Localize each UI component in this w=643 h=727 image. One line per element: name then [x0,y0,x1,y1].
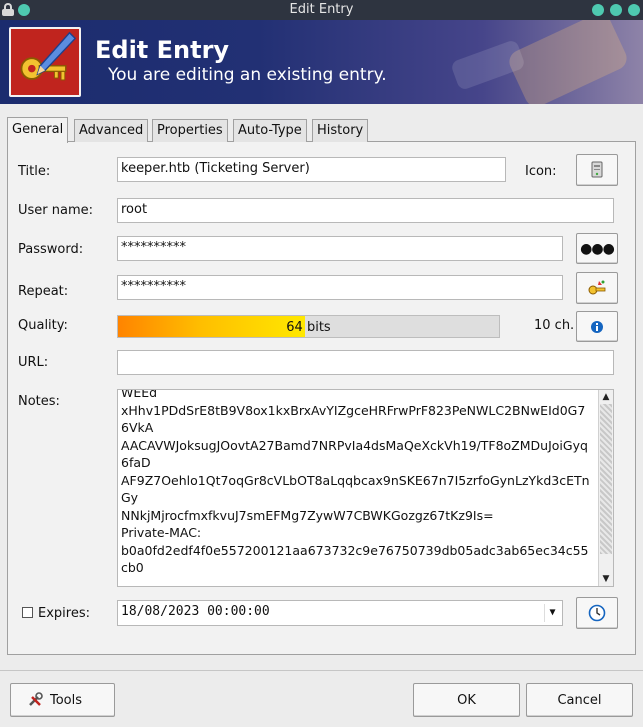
tab-general[interactable]: General [7,117,69,143]
icon-picker-button[interactable] [576,154,618,186]
close-button[interactable] [628,4,640,16]
password-field[interactable]: ********** [117,236,563,261]
expiry-presets-button[interactable] [576,597,618,629]
tab-advanced[interactable]: Advanced [74,119,149,142]
title-label: Title: [18,164,51,179]
key-generator-icon [588,280,606,295]
dots-icon: ●●● [580,240,615,257]
tab-properties[interactable]: Properties [152,119,228,142]
char-count: 10 ch. [534,318,575,333]
footer-separator [0,670,643,671]
window-title: Edit Entry [289,2,354,17]
tab-history[interactable]: History [312,119,369,142]
quality-bar: 64 bits [117,315,500,338]
password-label: Password: [18,242,84,257]
quality-text: 64 bits [286,320,331,335]
url-field[interactable] [117,350,614,375]
header-subtitle: You are editing an existing entry. [108,65,387,85]
window-titlebar: Edit Entry [0,0,643,20]
tab-auto-type[interactable]: Auto-Type [233,119,307,142]
tools-button-label: Tools [50,692,83,708]
expires-date-value: 18/08/2023 00:00:00 [121,604,270,619]
quality-info-button[interactable] [576,311,618,342]
ok-button[interactable]: OK [413,683,520,717]
clock-icon [588,604,606,622]
edit-entry-icon [9,27,81,97]
show-password-button[interactable]: ●●● [576,233,618,264]
password-generator-button[interactable] [576,272,618,304]
header-title: Edit Entry [95,36,230,64]
expires-date-field[interactable]: 18/08/2023 00:00:00 ▼ [117,600,563,626]
maximize-button[interactable] [610,4,622,16]
notes-scrollbar[interactable]: ▲ ▼ [598,390,613,586]
title-field[interactable]: keeper.htb (Ticketing Server) [117,157,506,182]
tools-icon [29,692,43,706]
quality-label: Quality: [18,318,68,333]
info-icon [591,320,603,333]
notes-label: Notes: [18,394,60,409]
server-icon [591,161,603,178]
expires-checkbox[interactable] [22,607,33,618]
scroll-down-icon[interactable]: ▼ [600,573,612,585]
scroll-thumb[interactable] [600,404,612,554]
notes-text: WEEd xHhv1PDdSrE8tB9V8ox1kxBrxAvYIZgceHR… [121,389,590,575]
repeat-password-field[interactable]: ********** [117,275,563,300]
scroll-up-icon[interactable]: ▲ [600,391,612,403]
url-label: URL: [18,355,49,370]
header-banner: Edit Entry You are editing an existing e… [0,20,643,104]
notes-textarea[interactable]: WEEd xHhv1PDdSrE8tB9V8ox1kxBrxAvYIZgceHR… [117,389,614,587]
username-field[interactable]: root [117,198,614,223]
icon-label: Icon: [525,164,557,179]
ok-button-label: OK [457,692,476,708]
username-label: User name: [18,203,94,218]
cancel-button[interactable]: Cancel [526,683,633,717]
repeat-label: Repeat: [18,284,69,299]
cancel-button-label: Cancel [557,692,602,708]
chevron-down-icon[interactable]: ▼ [544,604,560,622]
expires-label: Expires: [38,606,90,621]
tools-button[interactable]: Tools [10,683,115,717]
minimize-button[interactable] [592,4,604,16]
